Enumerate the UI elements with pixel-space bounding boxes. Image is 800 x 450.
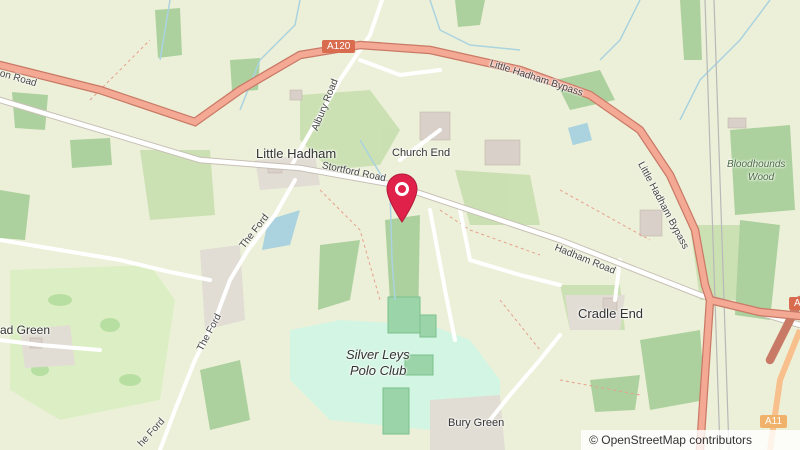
attribution-text[interactable]: © OpenStreetMap contributors [589, 433, 752, 447]
a-road-shield-right: A1 [789, 297, 800, 310]
label-bury-green: Bury Green [448, 417, 505, 429]
label-church-end: Church End [392, 147, 451, 159]
label-polo-club-2: Polo Club [350, 363, 407, 378]
label-little-hadham: Little Hadham [256, 146, 337, 161]
label-bloodhounds-wood-1: Bloodhounds [727, 159, 786, 170]
attribution: © OpenStreetMap contributors [581, 430, 800, 450]
label-bloodhounds-wood-2: Wood [748, 172, 775, 183]
location-pin-icon[interactable] [385, 172, 419, 226]
label-cradle-end: Cradle End [578, 306, 644, 321]
a120-shield: A120 [322, 40, 356, 53]
label-green-partial: ad Green [0, 323, 51, 337]
label-polo-club-1: Silver Leys [346, 347, 410, 362]
map-canvas[interactable]: A120 A1 A11 Little Hadham Bypass Little … [0, 0, 800, 450]
a-road-shield-bottom: A11 [760, 415, 788, 428]
